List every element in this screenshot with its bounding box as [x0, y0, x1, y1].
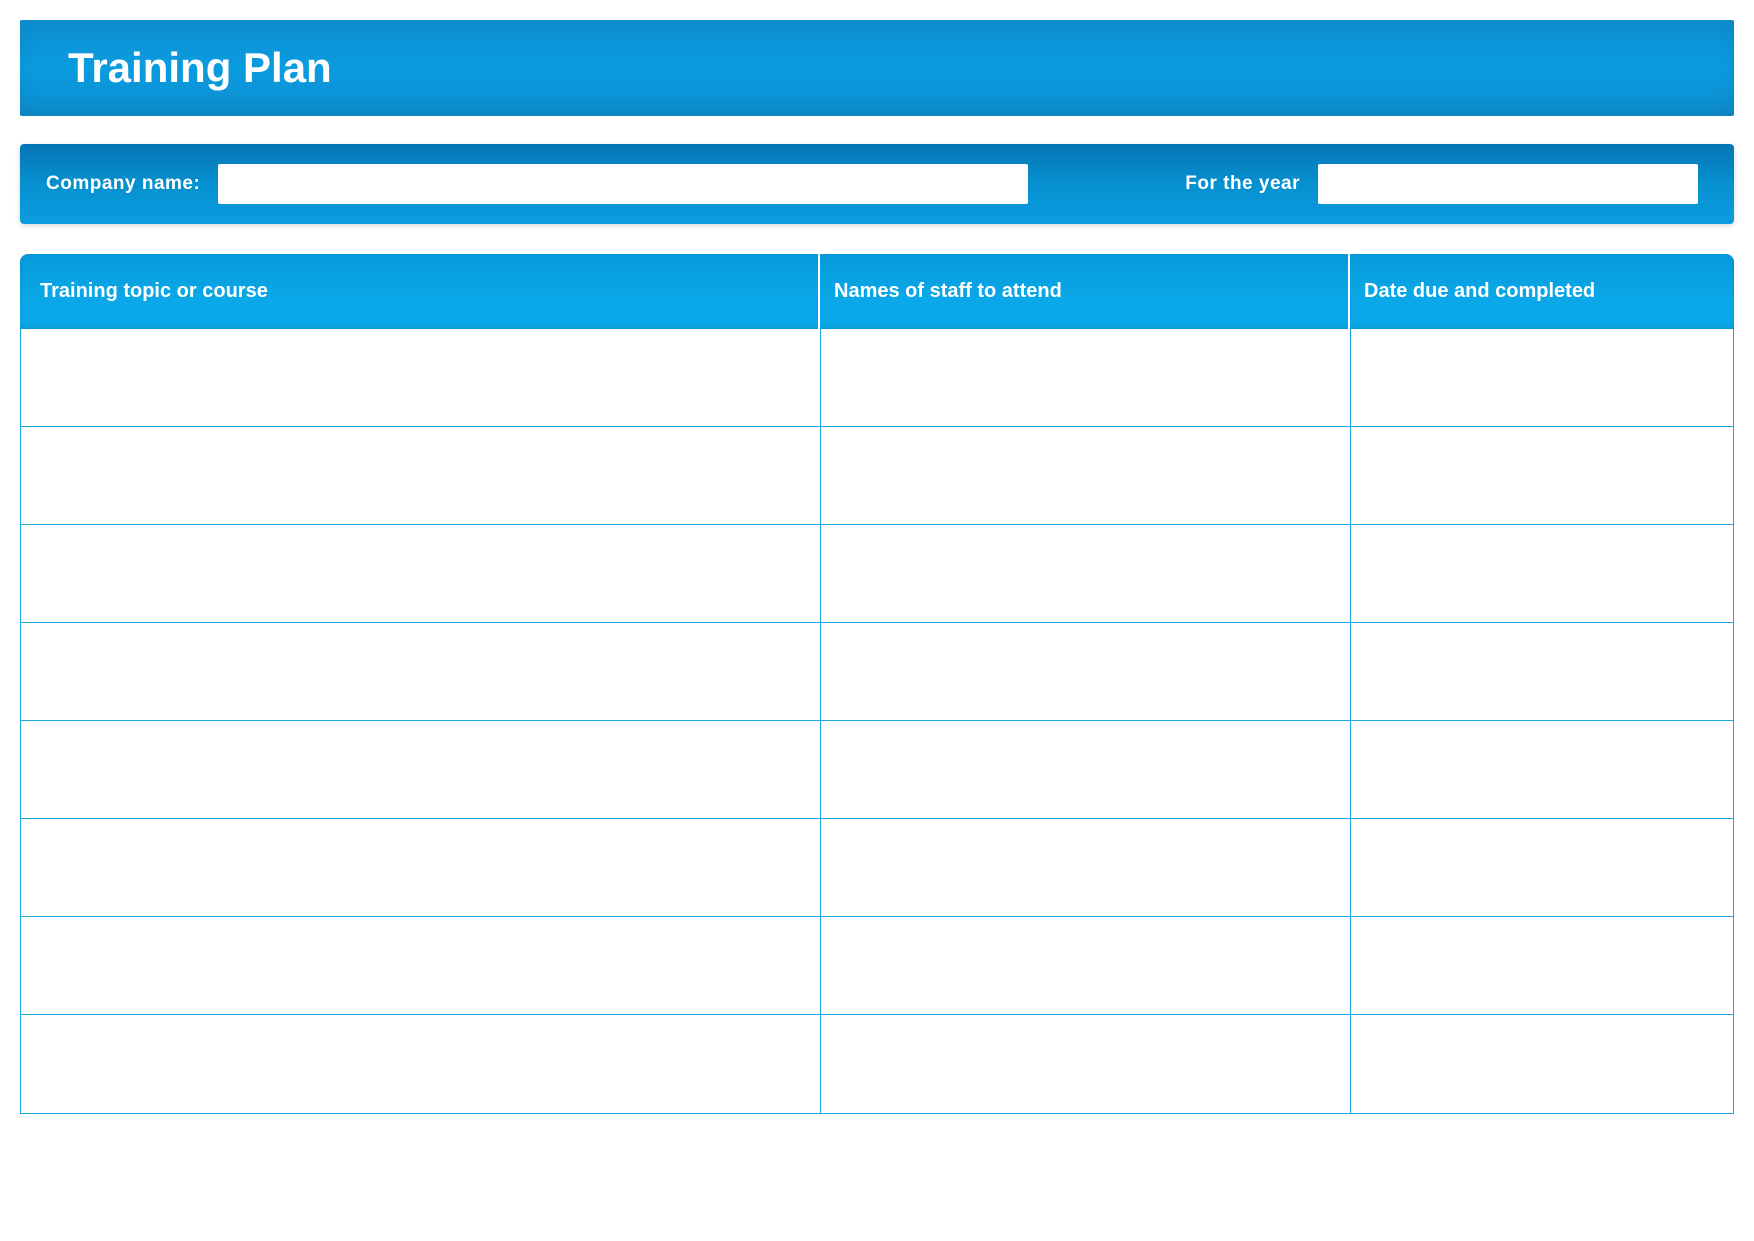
- table-row: [21, 917, 1733, 1015]
- cell-date[interactable]: [1351, 721, 1733, 818]
- cell-topic[interactable]: [21, 917, 821, 1014]
- table-row: [21, 1015, 1733, 1113]
- cell-topic[interactable]: [21, 525, 821, 622]
- cell-topic[interactable]: [21, 329, 821, 426]
- table-row: [21, 819, 1733, 917]
- training-table: Training topic or course Names of staff …: [20, 254, 1734, 1114]
- company-name-label: Company name:: [46, 173, 200, 195]
- table-header-row: Training topic or course Names of staff …: [20, 254, 1734, 329]
- company-name-input[interactable]: [218, 164, 1028, 204]
- table-body: [20, 329, 1734, 1114]
- cell-staff[interactable]: [821, 427, 1351, 524]
- cell-date[interactable]: [1351, 819, 1733, 916]
- cell-staff[interactable]: [821, 329, 1351, 426]
- cell-topic[interactable]: [21, 819, 821, 916]
- table-row: [21, 721, 1733, 819]
- header-topic: Training topic or course: [20, 254, 820, 329]
- header-date: Date due and completed: [1350, 254, 1734, 329]
- cell-date[interactable]: [1351, 525, 1733, 622]
- cell-staff[interactable]: [821, 525, 1351, 622]
- header-staff: Names of staff to attend: [820, 254, 1350, 329]
- cell-date[interactable]: [1351, 917, 1733, 1014]
- cell-staff[interactable]: [821, 1015, 1351, 1113]
- table-row: [21, 329, 1733, 427]
- cell-date[interactable]: [1351, 427, 1733, 524]
- table-row: [21, 427, 1733, 525]
- title-banner: Training Plan: [20, 20, 1734, 116]
- cell-date[interactable]: [1351, 1015, 1733, 1113]
- table-row: [21, 623, 1733, 721]
- page-title: Training Plan: [68, 44, 1686, 92]
- cell-topic[interactable]: [21, 721, 821, 818]
- cell-date[interactable]: [1351, 623, 1733, 720]
- cell-topic[interactable]: [21, 427, 821, 524]
- year-label: For the year: [1185, 173, 1300, 195]
- cell-topic[interactable]: [21, 623, 821, 720]
- cell-staff[interactable]: [821, 623, 1351, 720]
- table-row: [21, 525, 1733, 623]
- cell-staff[interactable]: [821, 721, 1351, 818]
- cell-topic[interactable]: [21, 1015, 821, 1113]
- cell-date[interactable]: [1351, 329, 1733, 426]
- cell-staff[interactable]: [821, 917, 1351, 1014]
- cell-staff[interactable]: [821, 819, 1351, 916]
- year-input[interactable]: [1318, 164, 1698, 204]
- info-bar: Company name: For the year: [20, 144, 1734, 224]
